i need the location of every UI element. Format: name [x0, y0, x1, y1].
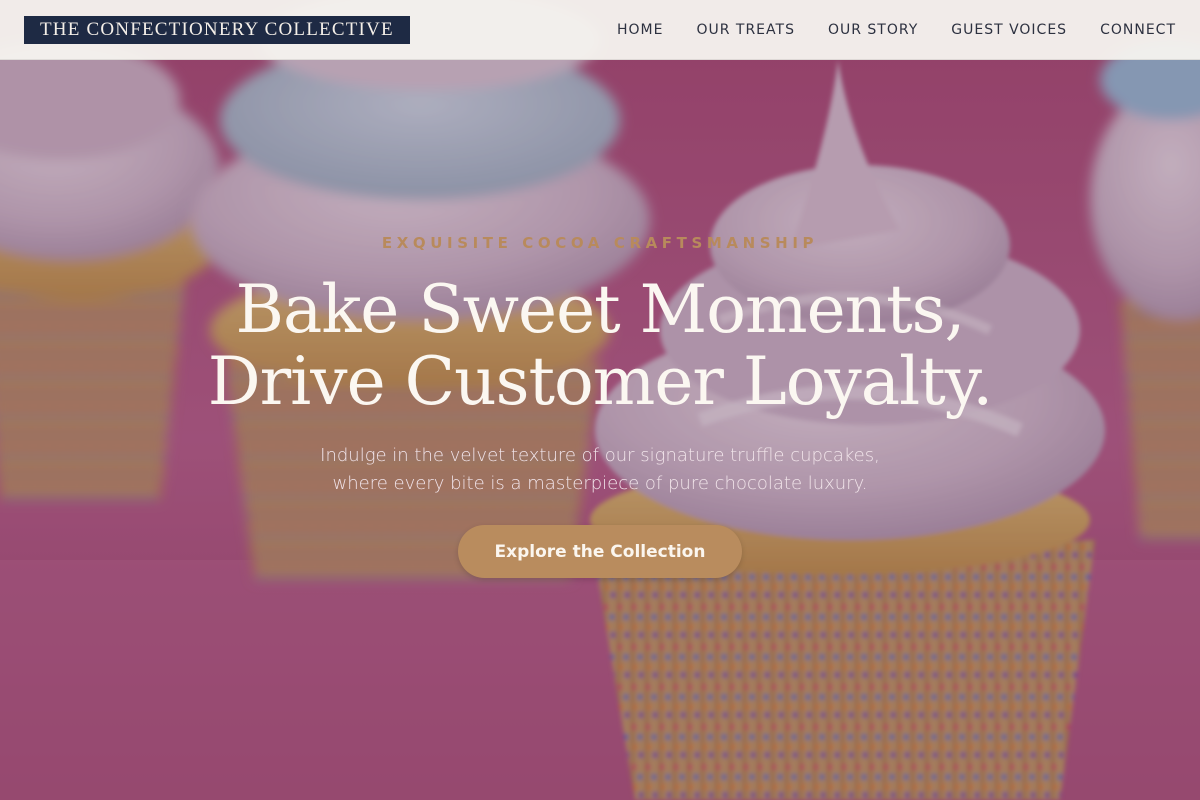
- hero-headline: Bake Sweet Moments, Drive Customer Loyal…: [0, 274, 1200, 418]
- nav-item-our-treats[interactable]: OUR TREATS: [696, 22, 795, 38]
- nav-item-connect[interactable]: CONNECT: [1100, 22, 1176, 38]
- hero-subtext-line1: Indulge in the velvet texture of our sig…: [320, 445, 880, 466]
- hero-headline-line2: Drive Customer Loyalty.: [207, 343, 994, 420]
- page: THE CONFECTIONERY COLLECTIVE HOME OUR TR…: [0, 0, 1200, 800]
- hero-subtext: Indulge in the velvet texture of our sig…: [0, 442, 1200, 498]
- nav-item-home[interactable]: HOME: [617, 22, 663, 38]
- site-logo[interactable]: THE CONFECTIONERY COLLECTIVE: [24, 16, 410, 44]
- nav-item-guest-voices[interactable]: GUEST VOICES: [951, 22, 1067, 38]
- main-nav: HOME OUR TREATS OUR STORY GUEST VOICES C…: [617, 0, 1176, 60]
- explore-collection-button[interactable]: Explore the Collection: [458, 525, 742, 578]
- hero-headline-line1: Bake Sweet Moments,: [235, 271, 965, 348]
- nav-item-our-story[interactable]: OUR STORY: [828, 22, 918, 38]
- site-header: THE CONFECTIONERY COLLECTIVE HOME OUR TR…: [0, 0, 1200, 60]
- hero-subtext-line2: where every bite is a masterpiece of pur…: [332, 473, 868, 494]
- hero-eyebrow: EXQUISITE COCOA CRAFTSMANSHIP: [381, 234, 819, 252]
